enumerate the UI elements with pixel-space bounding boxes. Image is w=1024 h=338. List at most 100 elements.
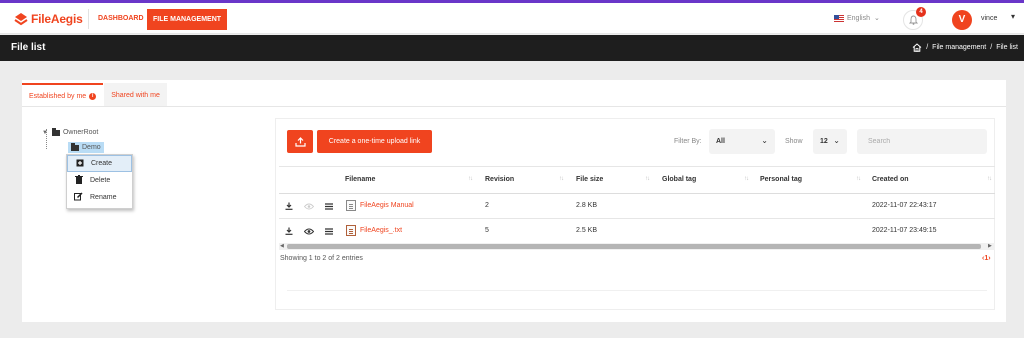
tree-node-label: OwnerRoot: [62, 129, 99, 136]
column-header-filename[interactable]: Filename: [345, 176, 375, 183]
sort-icon[interactable]: ↑↓: [468, 176, 473, 182]
breadcrumb-separator: /: [926, 44, 929, 51]
cell-revision: 2: [485, 202, 489, 209]
menu-icon[interactable]: [324, 225, 334, 237]
tab-label: Established by me: [29, 92, 87, 100]
context-menu: Create Delete Rename: [66, 154, 133, 209]
column-header-file-size[interactable]: File size: [576, 176, 603, 183]
context-menu-label: Rename: [90, 194, 117, 201]
upload-button[interactable]: [287, 130, 313, 153]
sort-icon[interactable]: ↑↓: [987, 176, 992, 182]
filter-select[interactable]: All ⌄: [709, 129, 775, 154]
cell-revision: 5: [485, 227, 489, 234]
chevron-down-icon: ⌄: [833, 136, 840, 145]
bell-icon: [908, 15, 918, 25]
language-label: English: [847, 14, 870, 22]
user-avatar[interactable]: V: [952, 10, 972, 30]
column-header-personal-tag[interactable]: Personal tag: [760, 176, 802, 183]
breadcrumb-file-management[interactable]: File management: [932, 44, 986, 51]
table-row: FileAegis Manual 2 2.8 KB 2022-11-07 22:…: [279, 194, 995, 219]
context-menu-create[interactable]: Create: [67, 155, 132, 172]
nav-dashboard-link[interactable]: DASHBOARD: [98, 15, 144, 22]
cell-file-size: 2.8 KB: [576, 202, 598, 209]
menu-icon[interactable]: [324, 200, 334, 212]
page-size-value: 12: [820, 138, 828, 145]
sort-icon[interactable]: ↑↓: [559, 176, 564, 182]
folder-icon: [71, 142, 79, 151]
cell-created-on: 2022-11-07 22:43:17: [872, 202, 937, 209]
tab-label: Shared with me: [111, 91, 160, 99]
sort-icon[interactable]: ↑↓: [645, 176, 650, 182]
info-icon: i: [89, 92, 97, 100]
nav-divider: [88, 9, 89, 29]
text-file-icon: [346, 225, 356, 236]
context-menu-delete[interactable]: Delete: [67, 172, 132, 189]
plus-square-icon: [75, 159, 84, 169]
brand-name: FileAegis: [31, 12, 83, 26]
tree-toggle-icon[interactable]: ▼: [42, 130, 48, 136]
pagination[interactable]: ‹1›: [982, 255, 991, 262]
tab-shared-with-me[interactable]: Shared with me: [104, 83, 167, 107]
column-header-created-on[interactable]: Created on: [872, 176, 909, 183]
trash-icon: [74, 175, 83, 186]
user-name[interactable]: vince: [981, 15, 997, 22]
eye-icon[interactable]: [304, 225, 314, 237]
download-icon[interactable]: [284, 225, 294, 237]
home-icon[interactable]: [912, 43, 922, 52]
sort-icon[interactable]: ↑↓: [856, 176, 861, 182]
chevron-down-icon: ⌄: [761, 136, 768, 145]
folder-icon: [51, 127, 60, 136]
filter-label: Filter By:: [674, 138, 702, 145]
table-info: Showing 1 to 2 of 2 entries: [280, 255, 363, 262]
breadcrumb-separator: /: [990, 44, 993, 51]
filter-select-value: All: [716, 138, 725, 145]
one-time-upload-link-button[interactable]: Create a one-time upload link: [317, 130, 432, 153]
cell-created-on: 2022-11-07 23:49:15: [872, 227, 937, 234]
breadcrumb: / File management / File list: [912, 43, 1018, 52]
top-bar: FileAegis DASHBOARD FILE MANAGEMENT Engl…: [0, 3, 1024, 34]
tree-node-demo[interactable]: Demo: [68, 142, 104, 153]
file-name-link[interactable]: FileAegis_.txt: [360, 227, 402, 234]
upload-icon: [294, 136, 306, 147]
language-selector[interactable]: English ⌄: [834, 14, 880, 22]
column-header-global-tag[interactable]: Global tag: [662, 176, 696, 183]
horizontal-scrollbar[interactable]: ◀ ▶: [279, 243, 995, 250]
breadcrumb-file-list: File list: [996, 44, 1018, 51]
file-name-link[interactable]: FileAegis Manual: [360, 202, 414, 209]
divider: [287, 290, 987, 291]
tab-underline: [22, 106, 1006, 107]
document-icon: [346, 200, 356, 211]
chevron-down-icon: ⌄: [873, 15, 880, 22]
page-size-select[interactable]: 12 ⌄: [813, 129, 847, 154]
folder-tree: ▼ OwnerRoot: [42, 126, 98, 139]
table-row: FileAegis_.txt 5 2.5 KB 2022-11-07 23:49…: [279, 219, 995, 244]
tab-bar: Established by me i Shared with me: [22, 83, 167, 107]
scroll-right-icon[interactable]: ▶: [988, 243, 992, 249]
download-icon[interactable]: [284, 200, 294, 212]
scroll-left-icon[interactable]: ◀: [280, 243, 284, 249]
us-flag-icon: [834, 14, 844, 22]
context-menu-label: Create: [91, 160, 113, 167]
tree-node-root[interactable]: ▼ OwnerRoot: [42, 126, 98, 139]
sort-icon[interactable]: ↑↓: [744, 176, 749, 182]
nav-file-management-link[interactable]: FILE MANAGEMENT: [147, 9, 228, 30]
user-menu-caret-icon[interactable]: ▾: [1011, 12, 1015, 21]
notifications-button[interactable]: 4: [903, 7, 926, 30]
context-menu-rename[interactable]: Rename: [67, 189, 132, 206]
context-menu-label: Delete: [90, 177, 111, 184]
edit-icon: [74, 192, 83, 203]
notification-count-badge: 4: [916, 7, 926, 17]
page-title: File list: [11, 42, 46, 53]
table-header: Filename ↑↓ Revision ↑↓ File size ↑↓ Glo…: [279, 166, 995, 194]
eye-icon: [304, 200, 314, 212]
tree-node-label: Demo: [82, 144, 101, 151]
tab-established-by-me[interactable]: Established by me i: [22, 83, 104, 107]
brand-logo[interactable]: FileAegis: [14, 12, 83, 26]
scrollbar-thumb[interactable]: [287, 244, 981, 249]
search-input[interactable]: [857, 129, 987, 154]
title-bar: File list / File management / File list: [0, 35, 1024, 61]
logo-icon: [14, 12, 28, 26]
cell-file-size: 2.5 KB: [576, 227, 598, 234]
column-header-revision[interactable]: Revision: [485, 176, 514, 183]
show-label: Show: [785, 138, 803, 145]
